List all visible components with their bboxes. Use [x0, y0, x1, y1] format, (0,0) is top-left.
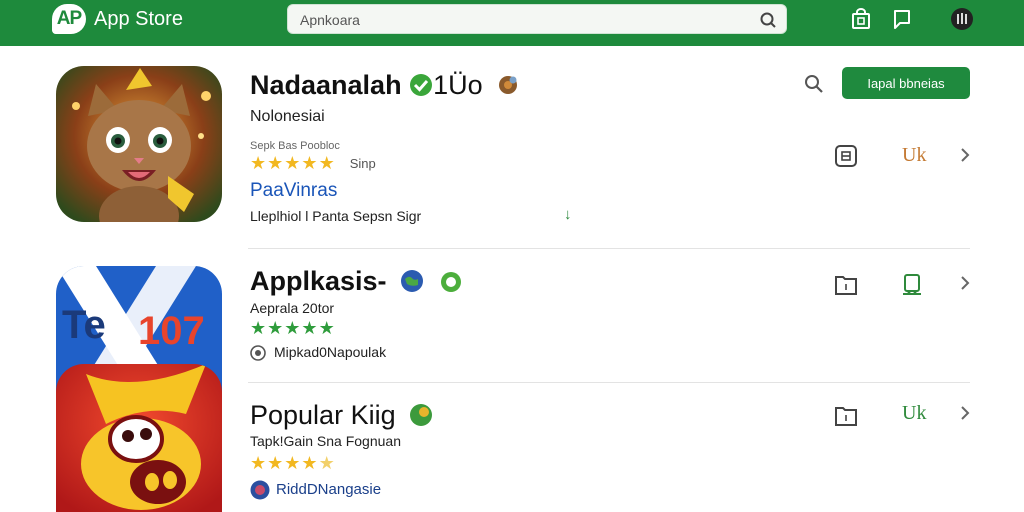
- app-1-meta: Lleplhiol l Panta Sepsn Sigr: [250, 208, 422, 224]
- app-3-rating: ★ ★ ★ ★ ★: [250, 454, 336, 472]
- bookmark-box-icon[interactable]: [834, 404, 858, 428]
- star-icon: ★: [318, 453, 335, 473]
- app-2-title-text: Applkasis-: [250, 266, 387, 296]
- app-1-title-suffix: 1Üo: [433, 70, 483, 100]
- star-icon: ★: [267, 153, 284, 173]
- top-app-bar: AP App Store Apnkoara: [0, 0, 1024, 46]
- install-button[interactable]: Iapal bbneias: [842, 67, 970, 99]
- chevron-right-icon[interactable]: [958, 147, 972, 163]
- app-icon-cat[interactable]: [56, 66, 222, 222]
- app-2-title[interactable]: Applkasis-: [250, 266, 462, 297]
- app-3-title-text: Popular Kiig: [250, 400, 396, 430]
- app-3-action-text[interactable]: Uk: [902, 402, 926, 425]
- app-icon-red[interactable]: [56, 364, 222, 512]
- app-store-logo[interactable]: AP App Store: [52, 4, 183, 34]
- row-divider: [248, 248, 970, 249]
- chevron-right-icon[interactable]: [958, 275, 972, 291]
- app-2-subtitle: Aeprala 20tor: [250, 300, 335, 316]
- store-bag-icon[interactable]: [850, 8, 872, 30]
- logo-text: App Store: [94, 7, 183, 30]
- search-field[interactable]: Apnkoara: [287, 4, 787, 34]
- star-icon: ★: [301, 318, 318, 338]
- globe-badge-icon: [401, 270, 424, 292]
- star-icon: ★: [250, 453, 267, 473]
- developer-avatar-icon: [250, 480, 270, 500]
- app-1-action-text[interactable]: Uk: [902, 144, 926, 167]
- star-icon: ★: [318, 153, 335, 173]
- app-1-rating: ★ ★ ★ ★ ★ Sinp: [250, 154, 376, 174]
- app-3-meta[interactable]: RiddDNangasie: [276, 481, 381, 498]
- app-3-subtitle: Tapk!Gain Sna Fognuan: [250, 433, 401, 449]
- app-1-developer: Sepk Bas Poobloc: [250, 140, 340, 152]
- app-1-link[interactable]: PaaVinras: [250, 180, 337, 202]
- gear-badge-icon: [499, 76, 518, 94]
- search-icon[interactable]: [758, 10, 778, 30]
- download-arrow-icon[interactable]: ↓: [564, 206, 572, 223]
- row-divider: [248, 382, 970, 383]
- search-input[interactable]: Apnkoara: [300, 12, 360, 28]
- chat-icon[interactable]: [891, 8, 913, 30]
- star-icon: ★: [250, 153, 267, 173]
- app-2-meta: Mipkad0Napoulak: [274, 344, 387, 360]
- app-1-subtitle: Nolonesiai: [250, 108, 325, 125]
- star-icon: ★: [284, 453, 301, 473]
- app-1-title[interactable]: Nadaanalah 1Üo: [250, 70, 520, 101]
- svg-text:Te: Te: [62, 303, 106, 347]
- app-2-rating: ★ ★ ★ ★ ★: [250, 319, 336, 337]
- app-1-title-text: Nadaanalah: [250, 70, 402, 100]
- smile-badge-icon: [440, 272, 461, 292]
- device-icon[interactable]: [900, 273, 924, 297]
- bookmark-box-icon[interactable]: [834, 273, 858, 297]
- profile-icon[interactable]: [950, 7, 974, 31]
- star-icon: ★: [250, 318, 267, 338]
- star-icon: ★: [267, 318, 284, 338]
- star-icon: ★: [301, 453, 318, 473]
- star-icon: ★: [301, 153, 318, 173]
- svg-text:107: 107: [138, 309, 205, 353]
- logo-badge: AP: [52, 4, 86, 34]
- shield-icon: [250, 345, 266, 361]
- star-icon: ★: [318, 318, 335, 338]
- verified-check-icon: [410, 74, 433, 96]
- leaf-badge-icon: [410, 404, 433, 426]
- chevron-right-icon[interactable]: [958, 405, 972, 421]
- star-icon: ★: [284, 153, 301, 173]
- app-3-title[interactable]: Popular Kiig: [250, 400, 433, 431]
- search-icon[interactable]: [802, 72, 826, 96]
- info-box-icon[interactable]: [834, 144, 858, 168]
- star-icon: ★: [284, 318, 301, 338]
- app-1-rating-label: Sinp: [349, 156, 376, 171]
- star-icon: ★: [267, 453, 284, 473]
